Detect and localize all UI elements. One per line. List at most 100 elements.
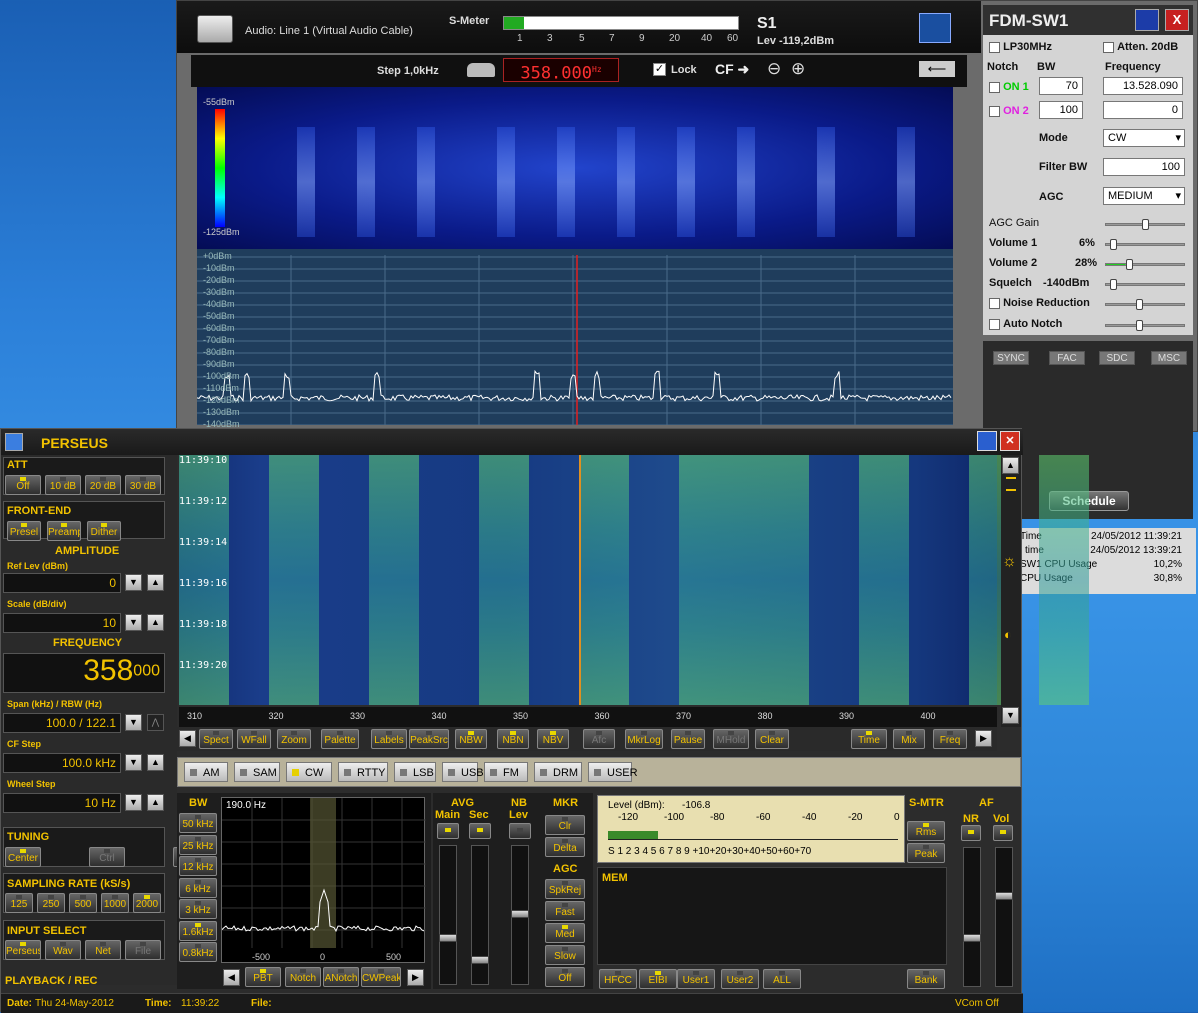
- avg-main-slider[interactable]: [439, 845, 457, 985]
- mode-user-button[interactable]: USER: [588, 762, 638, 782]
- tool-button[interactable]: Pause: [671, 729, 705, 749]
- on2-freq-input[interactable]: 0: [1103, 101, 1183, 119]
- step-label[interactable]: Step 1,0kHz: [377, 65, 439, 77]
- inbtns-button[interactable]: Perseus: [5, 940, 41, 960]
- tab-msc[interactable]: MSC: [1151, 351, 1187, 365]
- vol-toggle[interactable]: [993, 825, 1013, 841]
- srbtns-button[interactable]: 500: [69, 893, 97, 913]
- mode-lsb-button[interactable]: LSB: [394, 762, 436, 782]
- febtns-button[interactable]: Preamp: [47, 521, 81, 541]
- agc-button[interactable]: Off: [545, 967, 585, 987]
- mode-select[interactable]: CW ▾: [1103, 129, 1185, 147]
- chevron-up-icon[interactable]: ▲: [1002, 457, 1019, 474]
- bank-button[interactable]: Bank: [907, 969, 945, 989]
- tab-sync[interactable]: SYNC: [993, 351, 1029, 365]
- sneaker-icon[interactable]: [467, 63, 495, 77]
- zoom-in-icon[interactable]: ⊕: [791, 59, 805, 79]
- bw-button[interactable]: 6 kHz: [179, 877, 217, 898]
- mem-button[interactable]: User2: [721, 969, 759, 989]
- mem-button[interactable]: EIBI: [639, 969, 677, 989]
- filter-button[interactable]: PBT: [245, 967, 281, 987]
- mode-rtty-button[interactable]: RTTY: [338, 762, 388, 782]
- lp30-checkbox[interactable]: [989, 41, 1000, 53]
- close-icon[interactable]: ✕: [1000, 431, 1020, 451]
- tool-button[interactable]: NBV: [537, 729, 569, 749]
- chevron-up-icon[interactable]: ▲: [147, 754, 164, 771]
- contrast-icon[interactable]: ◐: [1004, 627, 1012, 642]
- tool-button[interactable]: Clear: [755, 729, 789, 749]
- mode-drm-button[interactable]: DRM: [534, 762, 582, 782]
- peak-button[interactable]: Peak: [907, 843, 945, 863]
- attbtns-button[interactable]: 20 dB: [85, 475, 121, 495]
- on2-checkbox[interactable]: [989, 105, 1000, 117]
- tool-button[interactable]: Labels: [371, 729, 407, 749]
- tool-button[interactable]: NBW: [455, 729, 487, 749]
- inbtns-button[interactable]: File: [125, 940, 161, 960]
- chevron-down-icon[interactable]: ▼: [125, 714, 142, 731]
- filter-button[interactable]: ANotch: [323, 967, 359, 987]
- filter-bw-input[interactable]: 100: [1103, 158, 1185, 176]
- febtns-button[interactable]: Presel: [7, 521, 41, 541]
- lock-checkbox[interactable]: ✓: [653, 63, 666, 76]
- rms-button[interactable]: Rms: [907, 821, 945, 841]
- tool-button[interactable]: PeakSrc: [409, 729, 449, 749]
- tool-button[interactable]: NBN: [497, 729, 529, 749]
- agc-button[interactable]: Fast: [545, 901, 585, 921]
- tool-button[interactable]: Palette: [321, 729, 359, 749]
- agc-button[interactable]: Med: [545, 923, 585, 943]
- agc-button[interactable]: SpkRej: [545, 879, 585, 899]
- ref-lev-value[interactable]: 0: [3, 573, 121, 593]
- cf-button[interactable]: CF ➜: [715, 61, 749, 78]
- noise-reduction-checkbox[interactable]: [989, 297, 1000, 309]
- vol-slider[interactable]: [995, 847, 1013, 987]
- fdm-waterfall[interactable]: -55dBm -125dBm: [197, 87, 953, 249]
- tuning-marker[interactable]: [579, 455, 581, 705]
- on2-bw-input[interactable]: 100: [1039, 101, 1083, 119]
- tunbtns-button[interactable]: Ctrl: [89, 847, 125, 867]
- tool-button[interactable]: MkrLog: [625, 729, 663, 749]
- mem-button[interactable]: User1: [677, 969, 715, 989]
- bw-button[interactable]: 12 kHz: [179, 856, 217, 876]
- mode-am-button[interactable]: AM: [184, 762, 228, 782]
- mode-sam-button[interactable]: SAM: [234, 762, 280, 782]
- logo-icon[interactable]: [919, 13, 951, 43]
- srbtns-button[interactable]: 125: [5, 893, 33, 913]
- filter-button[interactable]: CWPeak: [361, 967, 401, 987]
- chevron-up-icon[interactable]: ⋀: [147, 714, 164, 731]
- agc-button[interactable]: Slow: [545, 945, 585, 965]
- bw-button[interactable]: 0.8kHz: [179, 942, 217, 962]
- agc-select[interactable]: MEDIUM ▾: [1103, 187, 1185, 205]
- attbtns-button[interactable]: 10 dB: [45, 475, 81, 495]
- bw-button[interactable]: 1.6kHz: [179, 920, 217, 941]
- mode-usb-button[interactable]: USB: [442, 762, 484, 782]
- mem-button[interactable]: HFCC: [599, 969, 637, 989]
- bw-button[interactable]: 50 kHz: [179, 813, 217, 833]
- mkr-button[interactable]: Delta: [545, 837, 585, 857]
- app-icon[interactable]: [5, 433, 23, 451]
- mode-fm-button[interactable]: FM: [484, 762, 528, 782]
- on1-bw-input[interactable]: 70: [1039, 77, 1083, 95]
- nr-toggle[interactable]: [961, 825, 981, 841]
- bw-spectrum[interactable]: 190.0 Hz -500 0 500: [221, 797, 426, 963]
- back-arrow-icon[interactable]: ⟵: [919, 61, 955, 77]
- filter-button[interactable]: Notch: [285, 967, 321, 987]
- attbtns-button[interactable]: Off: [5, 475, 41, 495]
- atten-checkbox[interactable]: [1103, 41, 1114, 53]
- febtns-button[interactable]: Dither: [87, 521, 121, 541]
- bw-button[interactable]: 25 kHz: [179, 834, 217, 855]
- auto-notch-checkbox[interactable]: [989, 318, 1000, 330]
- attbtns-button[interactable]: 30 dB: [125, 475, 161, 495]
- cfstep-value[interactable]: 100.0 kHz: [3, 753, 121, 773]
- avg-sec-slider[interactable]: [471, 845, 489, 985]
- nr-slider[interactable]: [963, 847, 981, 987]
- chevron-down-icon[interactable]: ▼: [125, 754, 142, 771]
- tool-button[interactable]: Mix: [893, 729, 925, 749]
- squelch-slider[interactable]: [1105, 279, 1185, 290]
- chevron-up-icon[interactable]: ▲: [147, 794, 164, 811]
- tab-sdc[interactable]: SDC: [1099, 351, 1135, 365]
- volume1-slider[interactable]: [1105, 239, 1185, 250]
- scale-value[interactable]: 10: [3, 613, 121, 633]
- srbtns-button[interactable]: 250: [37, 893, 65, 913]
- chevron-down-icon[interactable]: ▼: [125, 614, 142, 631]
- tunbtns-button[interactable]: Center: [5, 847, 41, 867]
